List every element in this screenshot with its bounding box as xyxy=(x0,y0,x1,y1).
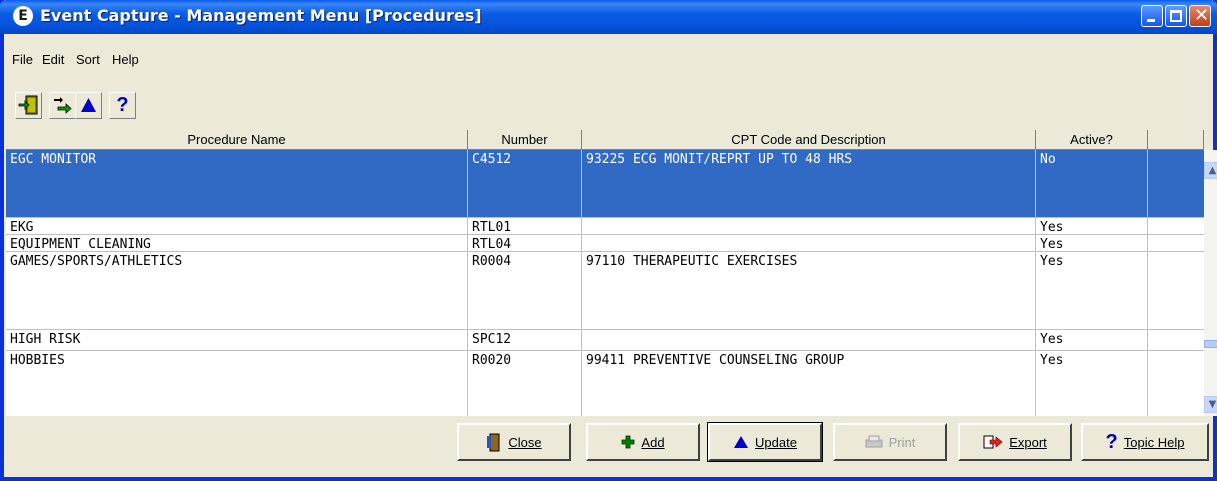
cell-cpt: 93225 ECG MONIT/REPRT UP TO 48 HRS xyxy=(582,150,1036,217)
minimize-button[interactable] xyxy=(1141,5,1163,27)
close-icon: ✕ xyxy=(1194,5,1210,26)
main-window: E Event Capture - Management Menu [Proce… xyxy=(0,0,1217,481)
app-icon: E xyxy=(13,6,33,26)
door-icon xyxy=(487,433,500,452)
close-window-button[interactable]: ✕ xyxy=(1189,5,1211,27)
cell-procedure-name: HIGH RISK xyxy=(6,330,468,350)
table-row[interactable]: HOBBIES R0020 99411 PREVENTIVE COUNSELIN… xyxy=(6,351,1204,416)
triangle-up-icon xyxy=(734,436,749,448)
cell-number: R0004 xyxy=(468,252,582,329)
topic-help-button-label: Topic Help xyxy=(1123,434,1185,450)
procedures-table: Procedure Name Number CPT Code and Descr… xyxy=(6,130,1204,416)
menu-sort[interactable]: Sort xyxy=(76,52,100,67)
move-toolbar-button[interactable] xyxy=(49,92,76,119)
menu-file[interactable]: File xyxy=(12,52,33,67)
cell-number: SPC12 xyxy=(468,330,582,350)
cell-procedure-name: EQUIPMENT CLEANING xyxy=(6,235,468,251)
column-header-procedure-name[interactable]: Procedure Name xyxy=(6,130,468,150)
cell-active: Yes xyxy=(1036,351,1148,416)
plus-icon xyxy=(622,435,635,449)
maximize-icon xyxy=(1170,10,1182,22)
add-button[interactable]: Add xyxy=(586,423,700,461)
triangle-up-icon xyxy=(81,98,96,112)
cell-number: R0020 xyxy=(468,351,582,416)
chevron-down-icon: ▼ xyxy=(1208,399,1217,410)
add-button-label: Add xyxy=(641,434,665,450)
table-row[interactable]: EGC MONITOR C4512 93225 ECG MONIT/REPRT … xyxy=(6,150,1204,218)
menu-edit[interactable]: Edit xyxy=(42,52,64,67)
update-button[interactable]: Update xyxy=(707,422,823,462)
window-title: Event Capture - Management Menu [Procedu… xyxy=(40,6,482,25)
menu-help[interactable]: Help xyxy=(112,52,139,67)
cell-procedure-name: HOBBIES xyxy=(6,351,468,416)
export-icon xyxy=(983,435,1003,449)
maximize-button[interactable] xyxy=(1165,5,1187,27)
column-header-cpt[interactable]: CPT Code and Description xyxy=(582,130,1036,150)
exit-door-icon xyxy=(18,95,38,115)
cell-active: Yes xyxy=(1036,330,1148,350)
cell-cpt: 97110 THERAPEUTIC EXERCISES xyxy=(582,252,1036,329)
print-button-label: Print xyxy=(888,434,916,450)
question-icon: ? xyxy=(1105,430,1118,453)
table-row[interactable]: EQUIPMENT CLEANING RTL04 Yes xyxy=(6,235,1204,252)
cell-active: No xyxy=(1036,150,1148,217)
title-bar[interactable]: E Event Capture - Management Menu [Proce… xyxy=(0,0,1217,34)
scroll-down-button[interactable]: ▼ xyxy=(1204,396,1217,413)
cell-number: RTL01 xyxy=(468,218,582,234)
column-header-active[interactable]: Active? xyxy=(1036,130,1148,150)
update-toolbar-button[interactable] xyxy=(75,92,102,119)
cell-procedure-name: GAMES/SPORTS/ATHLETICS xyxy=(6,252,468,329)
column-header-number[interactable]: Number xyxy=(468,130,582,150)
cell-number: C4512 xyxy=(468,150,582,217)
exit-toolbar-button[interactable] xyxy=(15,92,42,119)
chevron-up-icon: ▲ xyxy=(1208,165,1217,176)
menu-bar: File Edit Sort Help xyxy=(4,34,1213,76)
print-button[interactable]: Print xyxy=(833,423,947,461)
cell-procedure-name: EGC MONITOR xyxy=(6,150,468,217)
topic-help-button[interactable]: ? Topic Help xyxy=(1081,423,1209,461)
cell-cpt: 99411 PREVENTIVE COUNSELING GROUP xyxy=(582,351,1036,416)
button-bar: Close Add Update Print Export ? Topic He… xyxy=(4,416,1213,477)
vertical-scrollbar[interactable]: ▲ ▼ xyxy=(1204,150,1217,416)
table-row[interactable]: HIGH RISK SPC12 Yes xyxy=(6,330,1204,351)
update-button-label: Update xyxy=(755,434,797,450)
printer-icon xyxy=(865,435,883,448)
cell-active: Yes xyxy=(1036,235,1148,251)
scroll-up-button[interactable]: ▲ xyxy=(1204,162,1217,179)
table-row[interactable]: EKG RTL01 Yes xyxy=(6,218,1204,235)
help-toolbar-button[interactable]: ? xyxy=(109,92,136,119)
close-button[interactable]: Close xyxy=(457,423,571,461)
column-header-blank xyxy=(1148,130,1204,150)
cell-active: Yes xyxy=(1036,252,1148,329)
export-button-label: Export xyxy=(1009,434,1047,450)
question-icon: ? xyxy=(116,94,129,116)
scroll-thumb[interactable] xyxy=(1204,340,1217,348)
cell-active: Yes xyxy=(1036,218,1148,234)
cell-number: RTL04 xyxy=(468,235,582,251)
cell-procedure-name: EKG xyxy=(6,218,468,234)
arrows-icon xyxy=(54,97,72,114)
cell-cpt xyxy=(582,235,1036,251)
export-button[interactable]: Export xyxy=(958,423,1072,461)
cell-cpt xyxy=(582,330,1036,350)
minimize-icon xyxy=(1147,19,1155,22)
cell-cpt xyxy=(582,218,1036,234)
table-row[interactable]: GAMES/SPORTS/ATHLETICS R0004 97110 THERA… xyxy=(6,252,1204,330)
close-button-label: Close xyxy=(508,434,542,450)
